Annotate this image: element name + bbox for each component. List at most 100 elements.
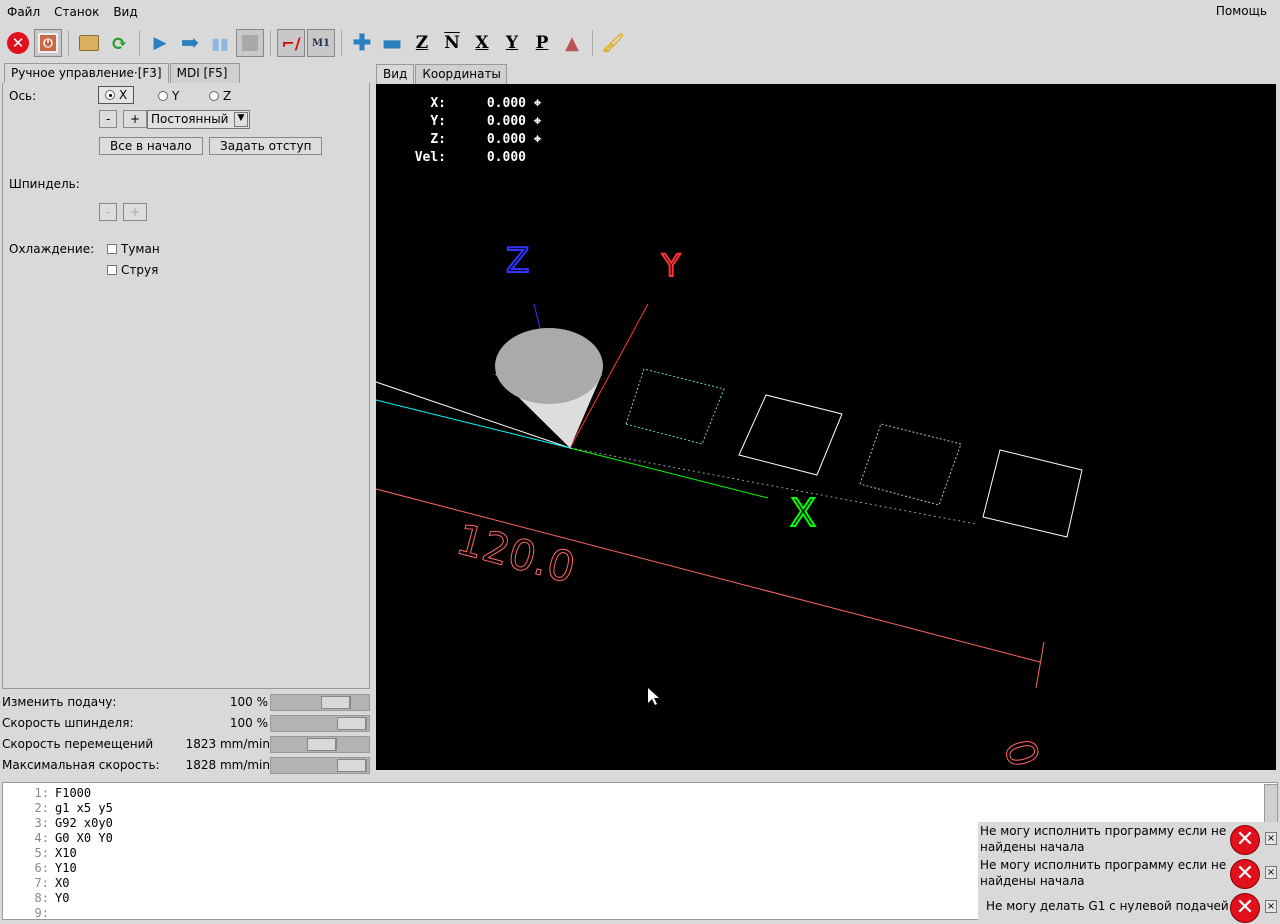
- optional-stop-icon: M1: [311, 37, 331, 49]
- toolbar: ✕ ⏻ ⟳ ▶ ➡ ▮▮ ⌐/ M1 ✚ ▬ Z N X Y P ▲ 🖌: [0, 26, 1280, 60]
- slider-label: Скорость перемещений: [2, 737, 154, 751]
- left-tabs: Ручное управление·[F3] MDI [F5]: [4, 63, 241, 83]
- clear-plot-icon: 🖌: [601, 32, 625, 54]
- slider-row: Максимальная скорость: 1828 mm/min: [2, 755, 370, 775]
- jog-plus-button[interactable]: +: [123, 110, 148, 128]
- run-button[interactable]: ▶: [146, 29, 174, 57]
- home-all-button[interactable]: Все в начало: [99, 137, 203, 155]
- slider-thumb[interactable]: [321, 696, 351, 709]
- slider-label: Скорость шпинделя:: [2, 716, 134, 730]
- coolant-label: Охлаждение:: [9, 242, 95, 256]
- open-file-button[interactable]: [75, 29, 103, 57]
- y-axis-label: Y: [661, 249, 681, 284]
- slider-track[interactable]: [270, 715, 370, 732]
- checkbox-icon: [107, 244, 117, 254]
- rotate-view-button[interactable]: ▲: [558, 29, 586, 57]
- right-tabs: Вид Координаты: [376, 64, 508, 84]
- error-icon: ✕: [1230, 825, 1260, 855]
- line-number: 8:: [34, 891, 49, 905]
- line-text: Y0: [55, 891, 70, 905]
- view-y-button[interactable]: Y: [498, 29, 526, 57]
- slider-thumb[interactable]: [337, 759, 367, 772]
- error-icon: ✕: [1230, 893, 1260, 923]
- block-delete-button[interactable]: ⌐/: [277, 29, 305, 57]
- open-file-icon: [79, 35, 99, 51]
- line-number: 5:: [34, 846, 49, 860]
- zoom-out-icon: ▬: [381, 30, 403, 56]
- reload-button[interactable]: ⟳: [105, 29, 133, 57]
- line-number: 2:: [34, 801, 49, 815]
- spindle-plus-button[interactable]: +: [123, 203, 148, 221]
- jog-mode-select[interactable]: Постоянный ▼: [147, 110, 250, 129]
- line-text: X0: [55, 876, 70, 890]
- step-button[interactable]: ➡: [176, 29, 204, 57]
- slider-track[interactable]: [270, 757, 370, 774]
- estop-button[interactable]: ✕: [4, 29, 32, 57]
- stop-button[interactable]: [236, 29, 264, 57]
- tab-manual[interactable]: Ручное управление·[F3]: [4, 63, 169, 83]
- close-notification-button[interactable]: ×: [1265, 866, 1277, 879]
- axis-label: Ось:: [9, 89, 37, 103]
- zoom-in-icon: ✚: [352, 30, 372, 56]
- reload-icon: ⟳: [110, 31, 128, 55]
- dimension-line: [376, 488, 1041, 663]
- pause-button[interactable]: ▮▮: [206, 29, 234, 57]
- code-line[interactable]: 2: g1 x5 y5: [3, 801, 1277, 816]
- slider-thumb[interactable]: [307, 738, 337, 751]
- slider-thumb[interactable]: [337, 717, 367, 730]
- code-scrollbar[interactable]: [1264, 784, 1278, 824]
- menu-machine[interactable]: Станок: [47, 5, 106, 19]
- spindle-minus-button[interactable]: -: [99, 203, 118, 221]
- line-number: 1:: [34, 786, 49, 800]
- square-3: [859, 423, 962, 506]
- slider-value: 100 %: [229, 716, 268, 730]
- view-perspective-icon: P: [535, 33, 549, 53]
- x-axis-label: X: [790, 491, 816, 535]
- view-perspective-button[interactable]: P: [528, 29, 556, 57]
- line-text: Y10: [55, 861, 77, 875]
- 3d-preview[interactable]: X: 0.000 ⌖ Y: 0.000 ⌖ Z: 0.000 ⌖ Vel: 0.000 …: [376, 84, 1276, 770]
- axis-x-radio[interactable]: X: [98, 86, 135, 104]
- tab-coordinates[interactable]: Координаты: [415, 64, 508, 84]
- view-x-icon: X: [475, 33, 489, 53]
- slider-label: Максимальная скорость:: [2, 758, 160, 772]
- tab-view[interactable]: Вид: [376, 64, 415, 84]
- power-icon: ⏻: [38, 33, 58, 53]
- jog-mode-value: Постоянный: [151, 112, 229, 126]
- optional-stop-button[interactable]: M1: [307, 29, 335, 57]
- axis-y-radio[interactable]: Y: [158, 89, 179, 103]
- close-notification-button[interactable]: ×: [1265, 900, 1277, 913]
- line-number: 7:: [34, 876, 49, 890]
- jog-minus-button[interactable]: -: [99, 110, 118, 128]
- radio-icon: [158, 91, 168, 101]
- axis-x-label: X: [119, 88, 128, 102]
- slider-track[interactable]: [270, 694, 370, 711]
- error-notification: Не могу делать G1 с нулевой подачей ✕ ×: [978, 890, 1278, 924]
- zoom-out-button[interactable]: ▬: [378, 29, 406, 57]
- code-line[interactable]: 1: F1000: [3, 786, 1277, 801]
- mist-checkbox[interactable]: Туман: [107, 242, 160, 256]
- touch-off-button[interactable]: Задать отступ: [209, 137, 323, 155]
- axis-z-radio[interactable]: Z: [209, 89, 231, 103]
- view-z-rotated-button[interactable]: N: [438, 29, 466, 57]
- clear-plot-button[interactable]: 🖌: [599, 29, 627, 57]
- slider-value: 100 %: [229, 695, 268, 709]
- view-x-button[interactable]: X: [468, 29, 496, 57]
- menu-file[interactable]: Файл: [0, 5, 47, 19]
- zoom-in-button[interactable]: ✚: [348, 29, 376, 57]
- stop-icon: [242, 35, 258, 51]
- step-icon: ➡: [180, 30, 200, 56]
- menu-help[interactable]: Помощь: [1209, 4, 1274, 18]
- toolpath-canvas: 120.0 0. Z Y X: [376, 240, 1083, 770]
- tool-cone-top: [495, 328, 603, 404]
- tab-mdi[interactable]: MDI [F5]: [169, 63, 240, 83]
- view-z-button[interactable]: Z: [408, 29, 436, 57]
- close-notification-button[interactable]: ×: [1265, 832, 1277, 845]
- menu-view[interactable]: Вид: [106, 5, 144, 19]
- line-number: 6:: [34, 861, 49, 875]
- slider-row: Скорость перемещений 1823 mm/min: [2, 734, 370, 754]
- flood-checkbox[interactable]: Струя: [107, 263, 158, 277]
- slider-label: Изменить подачу:: [2, 695, 117, 709]
- power-button[interactable]: ⏻: [34, 29, 62, 57]
- slider-track[interactable]: [270, 736, 370, 753]
